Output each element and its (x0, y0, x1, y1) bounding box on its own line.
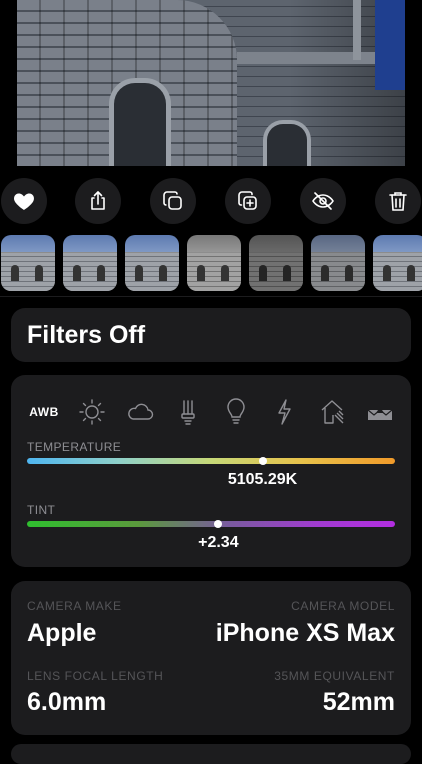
add-copy-button[interactable] (225, 178, 271, 224)
shade-preset[interactable] (315, 395, 349, 429)
photo-window (263, 120, 311, 166)
filter-thumbnail[interactable] (63, 235, 117, 291)
duplicate-button[interactable] (150, 178, 196, 224)
filter-thumbnail[interactable] (125, 235, 179, 291)
filters-title: Filters Off (27, 321, 146, 349)
awb-label: AWB (29, 405, 59, 419)
camera-model-value: iPhone XS Max (215, 619, 395, 647)
hide-button[interactable] (300, 178, 346, 224)
heart-icon (14, 193, 34, 210)
photo-sky (375, 0, 405, 90)
camera-make-label: CAMERA MAKE (27, 599, 122, 613)
temperature-slider[interactable] (27, 457, 395, 465)
flash-icon (278, 399, 291, 425)
underwater-icon (367, 407, 393, 420)
camera-make-value: Apple (27, 619, 97, 647)
fluorescent-icon (181, 400, 195, 425)
fluorescent-preset[interactable] (171, 395, 205, 429)
equivalent-value: 52mm (322, 688, 395, 716)
filter-thumbnail[interactable] (249, 235, 303, 291)
cloud-icon (128, 403, 154, 420)
temperature-value: 5105.29K (227, 471, 298, 488)
tint-value: +2.34 (198, 534, 239, 551)
tint-label: TINT (27, 503, 56, 517)
temperature-knob[interactable] (258, 457, 267, 465)
focal-length-value: 6.0mm (27, 688, 107, 716)
daylight-preset[interactable] (75, 395, 109, 429)
photo-pipe (353, 0, 361, 60)
photo-preview[interactable] (17, 0, 405, 166)
camera-info-card: CAMERA MAKE CAMERA MODEL Apple iPhone XS… (11, 581, 411, 735)
delete-button[interactable] (375, 178, 421, 224)
photo-window (109, 78, 171, 166)
copy-icon (163, 191, 182, 210)
add-copy-icon (238, 191, 257, 210)
temperature-label: TEMPERATURE (27, 440, 122, 454)
white-balance-presets: AWB (27, 395, 397, 429)
filter-thumbnail[interactable] (1, 235, 55, 291)
tint-slider[interactable] (27, 520, 395, 528)
trash-icon (389, 192, 407, 211)
white-balance-card: AWB TEMPERATURE 5105.29K TINT +2.34 (11, 375, 411, 567)
sun-icon (79, 399, 105, 425)
tungsten-preset[interactable] (219, 395, 253, 429)
camera-model-label: CAMERA MODEL (291, 599, 395, 613)
bulb-icon (227, 398, 245, 424)
filter-thumbnail[interactable] (373, 235, 422, 291)
share-button[interactable] (75, 178, 121, 224)
filters-card[interactable]: Filters Off (11, 308, 411, 362)
action-bar (0, 178, 422, 224)
filter-thumbnail-strip (0, 235, 422, 291)
cloudy-preset[interactable] (123, 395, 157, 429)
flash-preset[interactable] (267, 395, 301, 429)
equivalent-label: 35MM EQUIVALENT (274, 669, 395, 683)
filter-thumbnail[interactable] (311, 235, 365, 291)
filter-thumbnail[interactable] (187, 235, 241, 291)
shade-icon (321, 400, 344, 424)
focal-length-label: LENS FOCAL LENGTH (27, 669, 164, 683)
divider (0, 296, 422, 297)
tint-knob[interactable] (214, 520, 223, 528)
next-card (11, 744, 411, 764)
favorite-button[interactable] (1, 178, 47, 224)
eye-slash-icon (312, 192, 334, 210)
awb-preset[interactable]: AWB (27, 395, 61, 429)
share-icon (91, 191, 105, 210)
underwater-preset[interactable] (363, 395, 397, 429)
